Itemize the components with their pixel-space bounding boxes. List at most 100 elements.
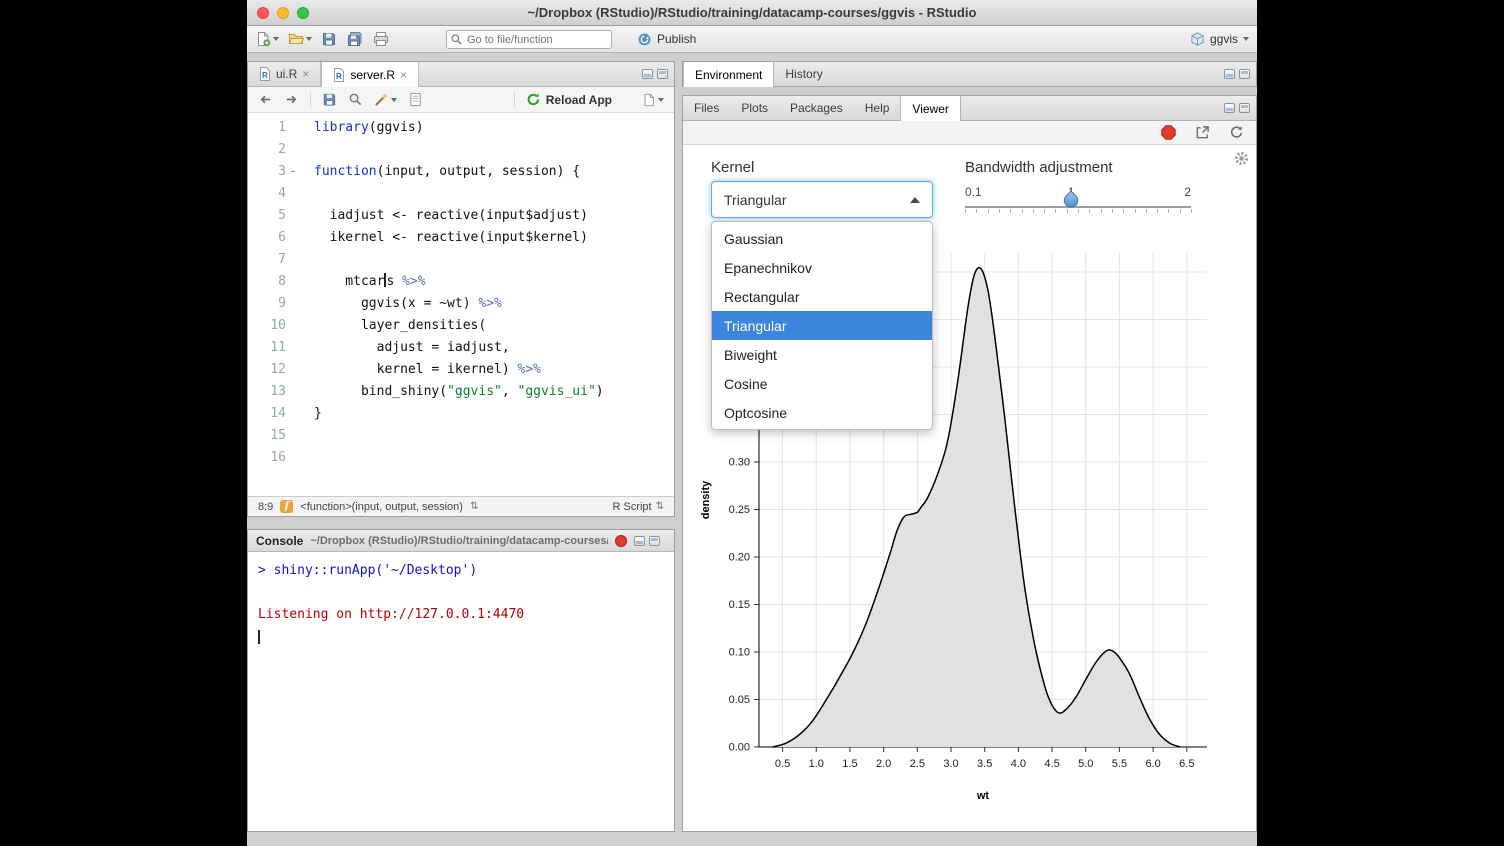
line-number: 15 xyxy=(248,425,286,447)
code-line xyxy=(314,183,674,205)
tab-packages[interactable]: Packages xyxy=(779,96,854,120)
kernel-option-optcosine[interactable]: Optcosine xyxy=(712,398,932,427)
svg-text:3.5: 3.5 xyxy=(977,758,992,770)
tab-files[interactable]: Files xyxy=(683,96,730,120)
svg-text:1.0: 1.0 xyxy=(809,758,824,770)
stop-icon[interactable] xyxy=(615,535,627,547)
source-options-button[interactable] xyxy=(642,93,664,107)
minimize-pane-icon[interactable] xyxy=(642,69,653,79)
svg-text:0.20: 0.20 xyxy=(729,552,750,564)
console-working-directory: ~/Dropbox (RStudio)/RStudio/training/dat… xyxy=(310,535,608,547)
fold-marker-icon[interactable]: - xyxy=(289,161,297,183)
svg-text:R: R xyxy=(262,71,268,80)
workspace: Rui.R×Rserver.R× xyxy=(247,53,1257,846)
new-file-button[interactable] xyxy=(255,31,279,47)
maximize-pane-icon[interactable] xyxy=(657,69,668,79)
close-tab-icon[interactable]: × xyxy=(400,69,407,81)
kernel-label: Kernel xyxy=(711,159,754,176)
window-title: ~/Dropbox (RStudio)/RStudio/training/dat… xyxy=(528,5,977,20)
slider-tick xyxy=(1033,209,1034,213)
tab-label: Viewer xyxy=(912,102,948,116)
tab-label: Files xyxy=(694,101,719,115)
minimize-window-button[interactable] xyxy=(277,7,289,19)
goto-file-input[interactable] xyxy=(446,30,612,49)
minimize-pane-icon[interactable] xyxy=(1224,69,1235,79)
minimize-pane-icon[interactable] xyxy=(634,536,645,546)
scope-label[interactable]: <function>(input, output, session) xyxy=(300,501,463,513)
open-in-new-window-icon[interactable] xyxy=(1195,125,1210,140)
project-menu-button[interactable]: ggvis xyxy=(1190,32,1249,47)
slider-tick xyxy=(1067,209,1068,213)
code-line: ikernel <- reactive(input$kernel) xyxy=(314,227,674,249)
gear-icon[interactable] xyxy=(1234,151,1249,166)
kernel-selected-value: Triangular xyxy=(724,192,787,208)
kernel-option-rectangular[interactable]: Rectangular xyxy=(712,282,932,311)
slider-handle[interactable] xyxy=(1064,190,1079,208)
svg-text:2.5: 2.5 xyxy=(910,758,925,770)
svg-text:5.5: 5.5 xyxy=(1112,758,1127,770)
tab-label: Plots xyxy=(741,101,768,115)
line-number: 14 xyxy=(248,403,286,425)
svg-text:3.0: 3.0 xyxy=(943,758,958,770)
tab-plots[interactable]: Plots xyxy=(730,96,779,120)
kernel-dropdown-menu: GaussianEpanechnikovRectangularTriangula… xyxy=(711,221,933,430)
line-number: 8 xyxy=(248,271,286,293)
print-button[interactable] xyxy=(373,31,389,47)
kernel-select[interactable]: Triangular xyxy=(711,181,933,218)
publish-button[interactable]: Publish xyxy=(637,32,696,47)
editor-statusbar: 8:9 f <function>(input, output, session)… xyxy=(248,496,674,516)
code-tools-button[interactable] xyxy=(374,92,397,107)
console-output[interactable]: > shiny::runApp('~/Desktop')Listening on… xyxy=(248,552,674,831)
find-icon[interactable] xyxy=(348,92,363,107)
back-icon[interactable] xyxy=(258,92,273,107)
file-type-label[interactable]: R Script xyxy=(612,501,651,513)
compile-report-icon[interactable] xyxy=(408,92,423,107)
viewer-content: Kernel Triangular GaussianEpanechnikovRe… xyxy=(683,145,1256,831)
kernel-option-triangular[interactable]: Triangular xyxy=(712,311,932,340)
open-file-button[interactable] xyxy=(288,31,312,47)
tab-history[interactable]: History xyxy=(774,62,833,86)
maximize-pane-icon[interactable] xyxy=(1239,103,1250,113)
console-cursor xyxy=(258,630,260,644)
files-tabbar: Files Plots Packages Help Viewer xyxy=(683,96,1256,121)
pane-buttons xyxy=(634,536,666,546)
code-editor[interactable]: 123-45678910111213141516 library(ggvis)f… xyxy=(248,113,674,496)
tab-viewer[interactable]: Viewer xyxy=(900,96,960,121)
caret-down-icon xyxy=(273,37,279,41)
slider-max-label: 2 xyxy=(1184,185,1191,199)
kernel-option-cosine[interactable]: Cosine xyxy=(712,369,932,398)
close-tab-icon[interactable]: × xyxy=(302,68,309,80)
bandwidth-slider[interactable]: 0.1 1 2 xyxy=(965,185,1191,227)
refresh-icon[interactable] xyxy=(1229,125,1244,140)
slider-tick xyxy=(965,209,966,213)
kernel-option-epanechnikov[interactable]: Epanechnikov xyxy=(712,253,932,282)
tab-label: Help xyxy=(865,101,890,115)
tab-server-r[interactable]: Rserver.R× xyxy=(321,62,419,87)
maximize-pane-icon[interactable] xyxy=(1239,69,1250,79)
tab-environment[interactable]: Environment xyxy=(683,62,774,87)
reload-app-button[interactable]: Reload App xyxy=(526,92,612,107)
separator xyxy=(514,92,515,107)
code-line xyxy=(314,249,674,271)
tab-ui-r[interactable]: Rui.R × xyxy=(248,62,321,86)
slider-tick xyxy=(1135,209,1136,213)
svg-text:5.0: 5.0 xyxy=(1078,758,1093,770)
slider-tick xyxy=(976,209,977,213)
forward-icon[interactable] xyxy=(284,92,299,107)
close-window-button[interactable] xyxy=(257,7,269,19)
kernel-option-biweight[interactable]: Biweight xyxy=(712,340,932,369)
maximize-pane-icon[interactable] xyxy=(649,536,660,546)
tab-label: ui.R xyxy=(276,67,297,81)
tab-help[interactable]: Help xyxy=(854,96,901,120)
zoom-window-button[interactable] xyxy=(297,7,309,19)
svg-text:4.0: 4.0 xyxy=(1011,758,1026,770)
kernel-option-gaussian[interactable]: Gaussian xyxy=(712,224,932,253)
project-label: ggvis xyxy=(1210,32,1238,46)
function-scope-icon: f xyxy=(280,500,293,513)
save-icon[interactable] xyxy=(322,92,337,107)
minimize-pane-icon[interactable] xyxy=(1224,103,1235,113)
save-all-button[interactable] xyxy=(346,31,364,47)
stop-app-icon[interactable] xyxy=(1161,125,1176,140)
print-icon xyxy=(373,31,389,47)
save-button[interactable] xyxy=(321,31,337,47)
